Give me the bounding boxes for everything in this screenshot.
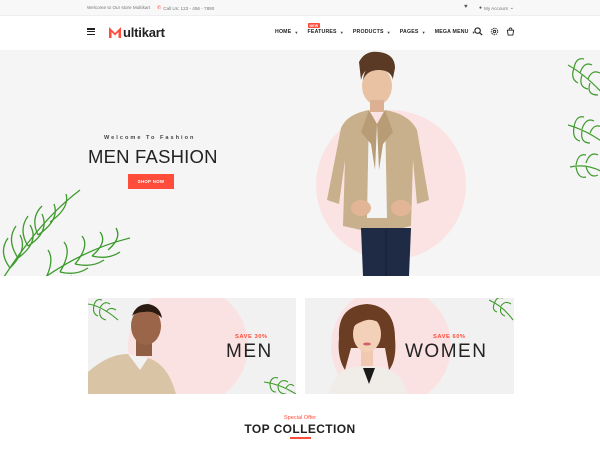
my-account-link[interactable]: ● My Account ⌄ [479,5,514,11]
settings-icon[interactable] [490,27,499,36]
phone-icon: ✆ [157,5,162,11]
chevron-down-icon: ▼ [421,29,426,35]
nav-mega-menu[interactable]: MEGA MENU ▼ [435,29,476,35]
account-label: My Account [484,5,508,11]
chevron-down-icon: ⌄ [509,5,514,11]
phone-text: Call Us: 123 - 456 - 7890 [163,5,215,11]
women-title: WOMEN [405,341,488,362]
new-badge: NEW [307,23,321,28]
hero-welcome: Welcome To Fashion [104,135,196,141]
leaf-decoration [489,298,514,321]
banner-women[interactable]: SAVE 60% WOMEN [305,298,514,394]
men-title: MEN [226,341,273,362]
leaf-decoration-left [2,189,131,276]
special-offer-label: Special Offer [283,415,317,421]
user-icon: ● [479,5,483,11]
women-save-label: SAVE 60% [433,334,466,340]
top-bar: Welcome to Our store Multikart ✆ Call Us… [0,0,600,16]
nav-label: FEATURES [307,29,337,35]
leaf-decoration-right [567,58,600,178]
site-logo[interactable]: M ultikart [108,23,165,41]
men-save-label: SAVE 30% [235,334,268,340]
cart-icon[interactable] [506,27,515,36]
banner-men-image [88,304,176,394]
banner-men[interactable]: SAVE 30% MEN [88,298,296,394]
nav-products[interactable]: PRODUCTS ▼ [353,29,391,35]
nav-label: PAGES [399,29,419,35]
chevron-down-icon: ▼ [386,29,391,35]
chevron-down-icon: ▼ [339,29,344,35]
top-collection-title: TOP COLLECTION [244,422,356,436]
shop-now-button[interactable]: SHOP NOW [128,174,174,189]
search-icon[interactable] [474,27,483,36]
nav-label: PRODUCTS [352,29,384,35]
main-nav: HOME ▼ NEW FEATURES ▼ PRODUCTS ▼ PAGES ▼… [275,23,485,35]
hero-title: MEN FASHION [88,146,218,167]
header-icons [474,27,515,36]
logo-m-icon: M [109,27,121,38]
main-header: M ultikart HOME ▼ NEW FEATURES ▼ PRODUCT… [0,16,600,50]
chevron-down-icon: ▼ [294,29,299,35]
leaf-decoration [263,377,296,394]
nav-pages[interactable]: PAGES ▼ [400,29,426,35]
title-underline [290,437,311,439]
hero-model-image [327,51,429,276]
hamburger-menu-icon[interactable] [87,28,95,35]
hero-slider: Welcome To Fashion MEN FASHION SHOP NOW [0,50,600,276]
phone-info: ✆ Call Us: 123 - 456 - 7890 [157,5,214,11]
nav-home[interactable]: HOME ▼ [275,29,299,35]
nav-label: HOME [275,29,292,35]
nav-features[interactable]: NEW FEATURES ▼ [307,23,344,35]
logo-text: ultikart [123,24,165,40]
nav-label: MEGA MENU [434,29,469,35]
welcome-text: Welcome to Our store Multikart [87,5,151,10]
wishlist-heart-icon[interactable]: ♥ [464,4,468,10]
